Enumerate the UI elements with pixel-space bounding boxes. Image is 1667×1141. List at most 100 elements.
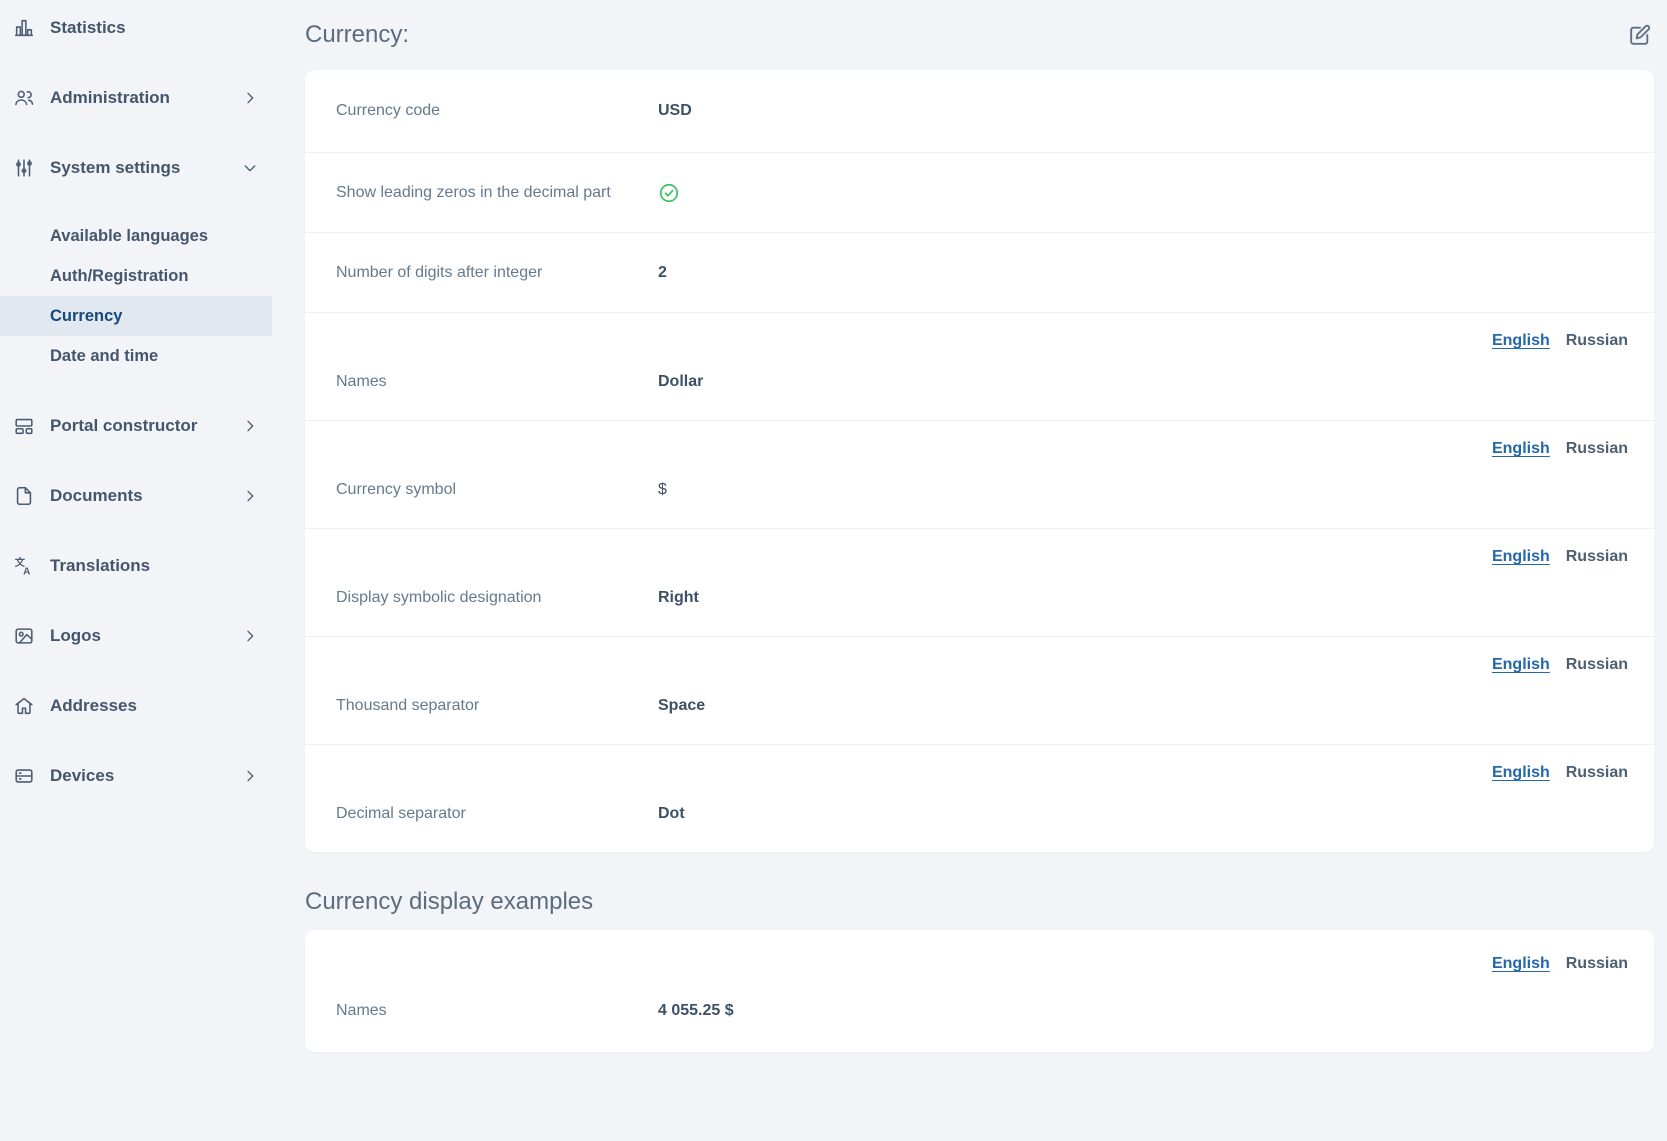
sidebar-item-label: Auth/Registration [50,267,188,286]
lang-tab-russian[interactable]: Russian [1566,764,1628,782]
sidebar-item-label: Devices [50,766,114,786]
setting-row-currency-code: Currency code USD [305,70,1654,153]
lang-tab-russian[interactable]: Russian [1566,440,1628,458]
sidebar-item-administration[interactable]: Administration [0,76,272,120]
lang-tab-english[interactable]: English [1492,656,1550,674]
language-tabs: English Russian [336,653,1628,677]
setting-value [658,182,680,204]
sidebar-item-currency[interactable]: Currency [0,296,272,336]
chevron-right-icon [242,628,258,644]
system-settings-submenu: Available languages Auth/Registration Cu… [0,216,272,376]
document-icon [13,485,35,507]
example-value: 4 055.25 $ [658,1002,734,1020]
language-tabs: English Russian [336,761,1628,785]
example-row-names: English Russian Names 4 055.25 $ [305,930,1654,1052]
sidebar-item-label: Translations [50,556,150,576]
setting-value: Dot [658,805,685,823]
chevron-right-icon [242,90,258,106]
main-content: Currency: Currency code USD Show leading… [272,0,1667,1141]
setting-value: USD [658,102,692,120]
lang-tab-english[interactable]: English [1492,548,1550,566]
image-icon [13,625,35,647]
currency-settings-card: Currency code USD Show leading zeros in … [305,70,1654,852]
sidebar-item-label: Statistics [50,18,126,38]
translate-icon: 文 A [13,555,35,577]
svg-text:A: A [23,566,31,577]
setting-line: Display symbolic designation Right [336,589,1628,607]
lang-tab-russian[interactable]: Russian [1566,548,1628,566]
setting-line: Names Dollar [336,373,1628,391]
setting-row-symbol-position: English Russian Display symbolic designa… [305,529,1654,637]
sliders-icon [13,157,35,179]
bar-chart-icon [13,17,35,39]
setting-line: Currency symbol $ [336,481,1628,499]
example-label: Names [336,1002,658,1020]
sidebar-item-label: Available languages [50,227,208,246]
edit-icon [1627,23,1652,48]
setting-label: Names [336,373,658,391]
sidebar-item-system-settings[interactable]: System settings [0,146,272,190]
sidebar-item-devices[interactable]: Devices [0,754,272,798]
sidebar-item-available-languages[interactable]: Available languages [0,216,272,256]
setting-row-leading-zeros: Show leading zeros in the decimal part [305,153,1654,233]
sidebar-item-label: Addresses [50,696,137,716]
sidebar-item-documents[interactable]: Documents [0,474,272,518]
lang-tab-english[interactable]: English [1492,955,1550,973]
setting-value: $ [658,481,667,499]
chevron-right-icon [242,768,258,784]
chevron-down-icon [242,160,258,176]
setting-label: Currency code [336,102,658,120]
chevron-right-icon [242,488,258,504]
page-header: Currency: [305,14,1654,56]
setting-label: Thousand separator [336,697,658,715]
sidebar-item-label: System settings [50,158,180,178]
sidebar: Statistics Administration [0,0,272,1141]
sidebar-item-label: Administration [50,88,170,108]
setting-value: 2 [658,264,667,282]
setting-label: Display symbolic designation [336,589,658,607]
layout-icon [13,415,35,437]
sidebar-item-label: Documents [50,486,143,506]
lang-tab-english[interactable]: English [1492,440,1550,458]
setting-line: Thousand separator Space [336,697,1628,715]
examples-heading: Currency display examples [305,888,1654,916]
sidebar-item-label: Portal constructor [50,416,197,436]
sidebar-item-label: Currency [50,307,122,326]
lang-tab-russian[interactable]: Russian [1566,955,1628,973]
sidebar-item-label: Logos [50,626,101,646]
edit-button[interactable] [1625,21,1654,50]
sidebar-item-label: Date and time [50,347,158,366]
chevron-right-icon [242,418,258,434]
sidebar-item-statistics[interactable]: Statistics [0,6,272,50]
app-window: Statistics Administration [0,0,1667,1141]
check-circle-icon [658,182,680,204]
setting-row-thousand-separator: English Russian Thousand separator Space [305,637,1654,745]
language-tabs: English Russian [336,329,1628,353]
devices-icon [13,765,35,787]
setting-value: Right [658,589,699,607]
lang-tab-russian[interactable]: Russian [1566,656,1628,674]
sidebar-item-auth-registration[interactable]: Auth/Registration [0,256,272,296]
lang-tab-english[interactable]: English [1492,764,1550,782]
setting-row-decimal-separator: English Russian Decimal separator Dot [305,745,1654,852]
setting-label: Number of digits after integer [336,264,658,282]
currency-examples-card: English Russian Names 4 055.25 $ [305,930,1654,1052]
home-icon [13,695,35,717]
setting-row-digits-after-integer: Number of digits after integer 2 [305,233,1654,313]
sidebar-item-addresses[interactable]: Addresses [0,684,272,728]
lang-tab-english[interactable]: English [1492,332,1550,350]
sidebar-item-portal-constructor[interactable]: Portal constructor [0,404,272,448]
sidebar-item-date-and-time[interactable]: Date and time [0,336,272,376]
setting-row-names: English Russian Names Dollar [305,313,1654,421]
users-icon [13,87,35,109]
setting-label: Decimal separator [336,805,658,823]
setting-value: Space [658,697,705,715]
language-tabs: English Russian [336,952,1628,976]
sidebar-item-logos[interactable]: Logos [0,614,272,658]
example-line: Names 4 055.25 $ [336,1002,1628,1020]
sidebar-item-translations[interactable]: 文 A Translations [0,544,272,588]
lang-tab-russian[interactable]: Russian [1566,332,1628,350]
setting-label: Show leading zeros in the decimal part [336,184,658,202]
page-title: Currency: [305,21,409,49]
setting-value: Dollar [658,373,703,391]
